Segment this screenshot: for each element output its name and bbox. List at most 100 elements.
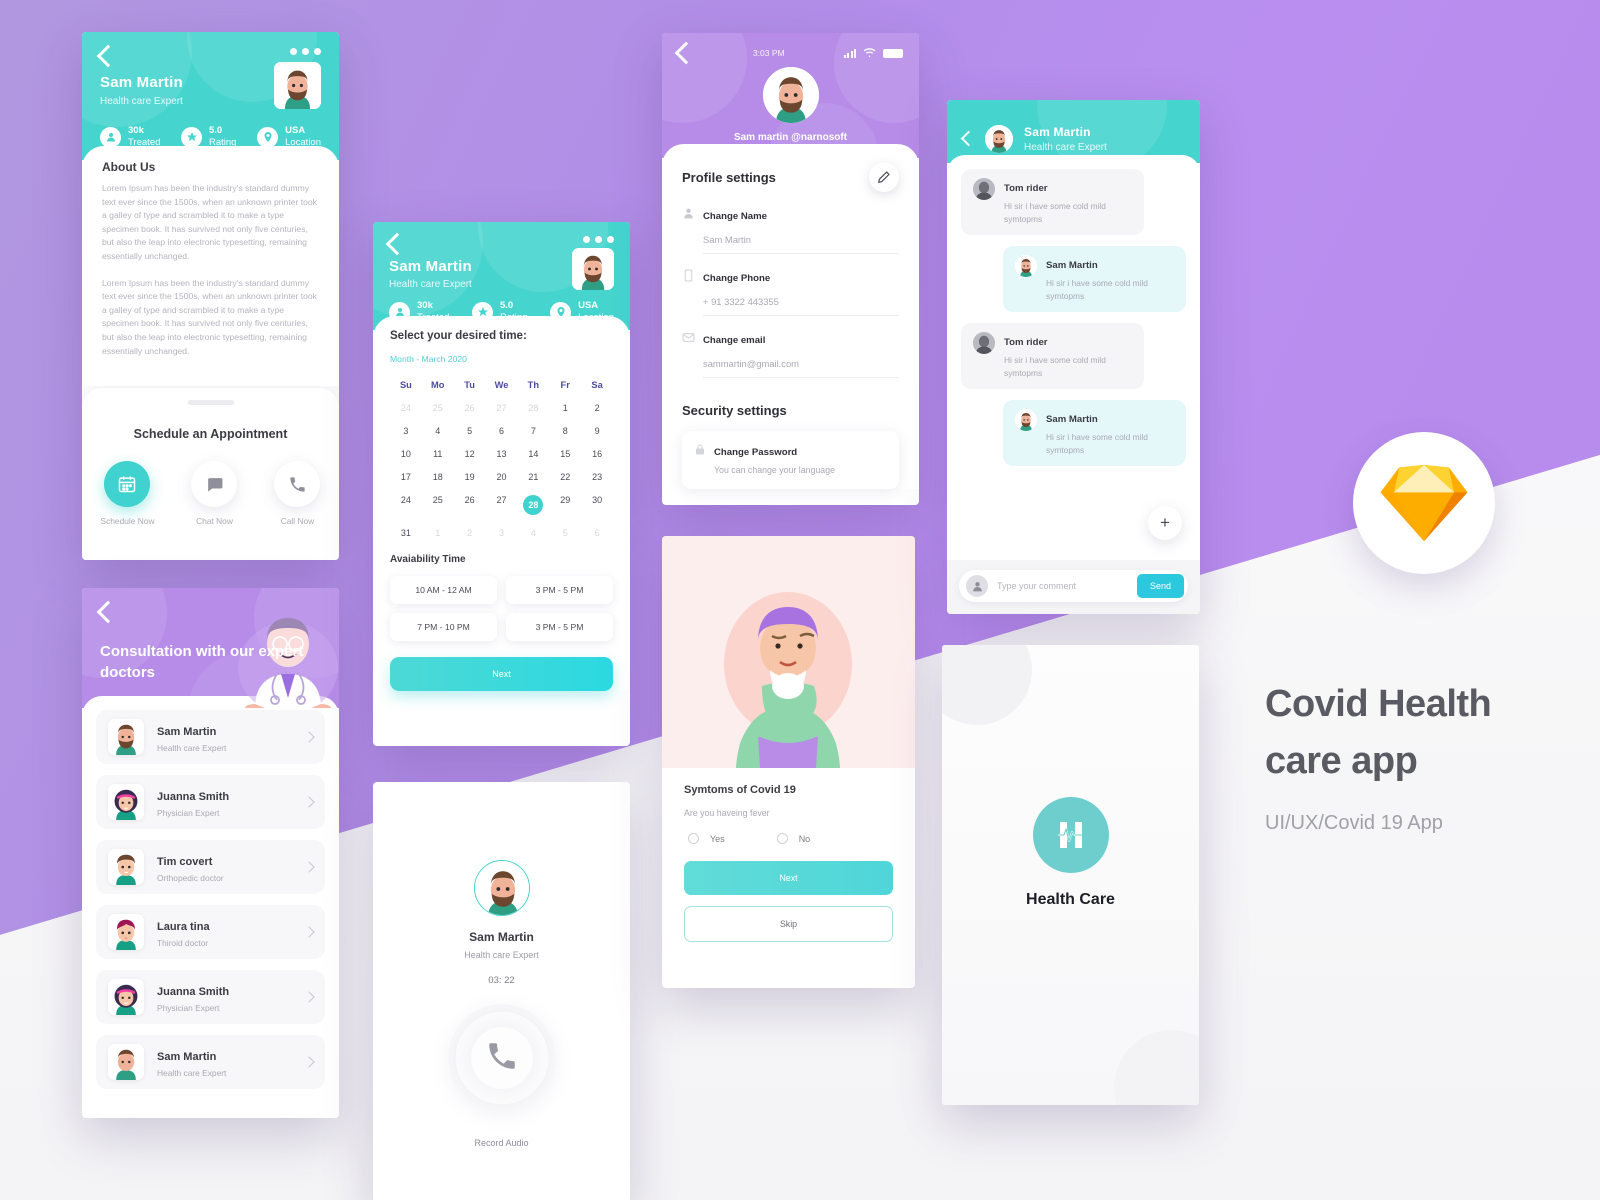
back-chevron-icon[interactable] bbox=[960, 130, 977, 147]
calendar-day[interactable]: 11 bbox=[422, 442, 454, 465]
radio-no[interactable]: No bbox=[776, 833, 810, 844]
next-button[interactable]: Next bbox=[390, 657, 613, 691]
calendar-day[interactable]: 13 bbox=[486, 442, 518, 465]
symptoms-question: Are you haveing fever bbox=[684, 808, 770, 818]
record-button[interactable] bbox=[447, 1004, 556, 1112]
calendar-day[interactable]: 1 bbox=[549, 396, 581, 419]
calendar-day[interactable]: 6 bbox=[581, 521, 613, 544]
calendar-day[interactable]: 30 bbox=[581, 488, 613, 521]
add-attachment-button[interactable]: + bbox=[1148, 506, 1182, 540]
person-icon bbox=[682, 207, 695, 225]
list-item[interactable]: Juanna Smith Physician Expert bbox=[96, 970, 325, 1024]
calendar-day[interactable]: 5 bbox=[549, 521, 581, 544]
calendar-day[interactable]: 17 bbox=[390, 465, 422, 488]
calendar-grid[interactable]: Su Mo Tu We Th Fr Sa 24 25 26 27 28 1 2 3 4 5 6 7 8 9 10 11 12 1… bbox=[390, 373, 613, 544]
schedule-appointment-card: Schedule an Appointment Schedule Now Cha… bbox=[82, 388, 339, 560]
action-schedule-now[interactable]: Schedule Now bbox=[100, 461, 155, 526]
list-item[interactable]: Sam Martin Health care Expert bbox=[96, 710, 325, 764]
list-item[interactable]: Laura tina Thiroid doctor bbox=[96, 905, 325, 959]
calendar-day[interactable]: 26 bbox=[454, 488, 486, 521]
calendar-day[interactable]: 4 bbox=[422, 419, 454, 442]
action-chat-now[interactable]: Chat Now bbox=[191, 461, 238, 526]
skip-button[interactable]: Skip bbox=[684, 906, 893, 942]
calendar-day[interactable]: 22 bbox=[549, 465, 581, 488]
chevron-right-icon bbox=[303, 796, 315, 808]
calendar-day[interactable]: 16 bbox=[581, 442, 613, 465]
change-password-card[interactable]: Change Password You can change your lang… bbox=[682, 431, 899, 489]
calendar-day[interactable]: 21 bbox=[517, 465, 549, 488]
password-label: Change Password bbox=[714, 447, 798, 458]
more-options-icon[interactable] bbox=[583, 236, 614, 243]
doctor-name: Juanna Smith bbox=[157, 985, 230, 998]
avatar bbox=[973, 178, 995, 200]
calendar-day[interactable]: 24 bbox=[390, 396, 422, 419]
doctor-role: Health care Expert bbox=[157, 742, 227, 753]
location-pin-icon bbox=[257, 126, 279, 148]
list-item[interactable]: Juanna Smith Physician Expert bbox=[96, 775, 325, 829]
calendar-day[interactable]: 3 bbox=[390, 419, 422, 442]
message-sender: Sam Martin bbox=[1046, 260, 1098, 271]
field-change-name[interactable]: Change Name Sam Martin bbox=[682, 207, 899, 254]
comment-input[interactable]: Type your comment bbox=[997, 581, 1128, 591]
back-chevron-icon[interactable] bbox=[96, 44, 120, 68]
stat-value: 30k bbox=[128, 125, 144, 136]
calendar-day[interactable]: 14 bbox=[517, 442, 549, 465]
calendar-day[interactable]: 1 bbox=[422, 521, 454, 544]
calendar-day[interactable]: 18 bbox=[422, 465, 454, 488]
calendar-day[interactable]: 6 bbox=[486, 419, 518, 442]
avatar bbox=[108, 1044, 144, 1080]
calendar-day[interactable]: 12 bbox=[454, 442, 486, 465]
calendar-day[interactable]: 29 bbox=[549, 488, 581, 521]
radio-yes[interactable]: Yes bbox=[688, 833, 725, 844]
calendar-day[interactable]: 4 bbox=[517, 521, 549, 544]
radio-label: Yes bbox=[710, 833, 725, 844]
chevron-right-icon bbox=[303, 926, 315, 938]
calendar-day[interactable]: 31 bbox=[390, 521, 422, 544]
divider bbox=[703, 253, 899, 254]
back-chevron-icon[interactable] bbox=[674, 41, 698, 65]
calendar-day[interactable]: 24 bbox=[390, 488, 422, 521]
back-chevron-icon[interactable] bbox=[385, 232, 409, 256]
phone-icon bbox=[274, 461, 321, 507]
calendar-day[interactable]: 5 bbox=[454, 419, 486, 442]
action-call-now[interactable]: Call Now bbox=[274, 461, 321, 526]
calendar-day[interactable]: 25 bbox=[422, 488, 454, 521]
list-item[interactable]: Sam Martin Health care Expert bbox=[96, 1035, 325, 1089]
calendar-day[interactable]: 25 bbox=[422, 396, 454, 419]
doctor-name: Tim covert bbox=[157, 855, 213, 868]
calendar-day[interactable]: 7 bbox=[517, 419, 549, 442]
list-item[interactable]: Tim covert Orthopedic doctor bbox=[96, 840, 325, 894]
screen-splash: Health Care bbox=[942, 645, 1199, 1105]
drag-handle[interactable] bbox=[187, 400, 234, 405]
page-subtitle: UI/UX/Covid 19 App bbox=[1265, 812, 1443, 834]
calendar-day[interactable]: 27 bbox=[486, 396, 518, 419]
status-time: 3:03 PM bbox=[752, 48, 785, 58]
field-change-phone[interactable]: Change Phone + 91 3322 443355 bbox=[682, 269, 899, 316]
message-text: Hi sir i have some cold mild symtopms bbox=[1004, 355, 1106, 378]
sketch-diamond-icon bbox=[1353, 432, 1495, 574]
send-button[interactable]: Send bbox=[1136, 574, 1184, 598]
time-slot[interactable]: 7 PM - 10 PM bbox=[390, 613, 497, 641]
calendar-day[interactable]: 28 bbox=[517, 396, 549, 419]
calendar-day[interactable]: 19 bbox=[454, 465, 486, 488]
calendar-day[interactable]: 27 bbox=[486, 488, 518, 521]
more-options-icon[interactable] bbox=[290, 48, 321, 55]
calendar-day[interactable]: 2 bbox=[454, 521, 486, 544]
field-change-email[interactable]: Change email sammartin@gmail.com bbox=[682, 331, 899, 378]
pencil-icon[interactable] bbox=[869, 162, 899, 192]
time-slot[interactable]: 10 AM - 12 AM bbox=[390, 576, 497, 604]
time-slot[interactable]: 3 PM - 5 PM bbox=[506, 576, 613, 604]
calendar-day[interactable]: 15 bbox=[549, 442, 581, 465]
time-slot[interactable]: 3 PM - 5 PM bbox=[506, 613, 613, 641]
screen-symptoms: Symtoms of Covid 19 Are you haveing feve… bbox=[662, 536, 915, 988]
calendar-day[interactable]: 23 bbox=[581, 465, 613, 488]
calendar-day[interactable]: 28 bbox=[517, 488, 549, 521]
calendar-day[interactable]: 10 bbox=[390, 442, 422, 465]
calendar-day[interactable]: 8 bbox=[549, 419, 581, 442]
calendar-day[interactable]: 2 bbox=[581, 396, 613, 419]
next-button[interactable]: Next bbox=[684, 861, 893, 895]
calendar-day[interactable]: 9 bbox=[581, 419, 613, 442]
calendar-day[interactable]: 3 bbox=[486, 521, 518, 544]
calendar-day[interactable]: 20 bbox=[486, 465, 518, 488]
calendar-day[interactable]: 26 bbox=[454, 396, 486, 419]
